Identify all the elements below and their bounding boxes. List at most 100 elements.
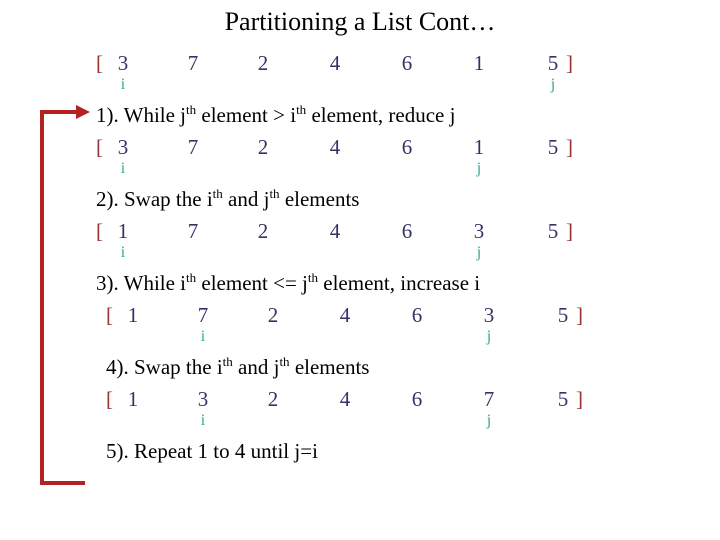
array-value: 1 bbox=[117, 219, 129, 243]
array-row: [ 1 3i 2 4 6 7j 5 ] bbox=[106, 386, 591, 438]
array-cell: 4 bbox=[318, 218, 352, 262]
step-ordinal-suffix: th bbox=[186, 270, 197, 285]
array-value: 1 bbox=[473, 51, 485, 75]
array-cell: 1 bbox=[116, 386, 150, 430]
step-ordinal-suffix: th bbox=[279, 354, 290, 369]
array-row: [ 3i 7 2 4 6 1 5j ] bbox=[96, 50, 581, 102]
array-value: 7 bbox=[483, 387, 495, 411]
array-marker bbox=[536, 244, 570, 262]
bracket-close: ] bbox=[576, 303, 583, 327]
array-cell: 4 bbox=[318, 50, 352, 94]
array-marker bbox=[256, 328, 290, 346]
array-value: 7 bbox=[187, 51, 199, 75]
array-cell: 7 bbox=[176, 218, 210, 262]
step-ordinal-suffix: th bbox=[212, 186, 223, 201]
array-cell: 3j bbox=[472, 302, 506, 346]
array-cell: 5 bbox=[546, 302, 580, 346]
bracket-close: ] bbox=[566, 135, 573, 159]
step-number: 5). bbox=[106, 439, 134, 463]
step-ordinal-suffix: th bbox=[222, 354, 233, 369]
step-text: 4). Swap the ith and jth elements bbox=[106, 354, 696, 386]
array-cell: 1i bbox=[106, 218, 140, 262]
array-value: 5 bbox=[557, 303, 569, 327]
array-value: 3 bbox=[197, 387, 209, 411]
step-text-segment: element > i bbox=[196, 103, 297, 127]
step-number: 4). bbox=[106, 355, 134, 379]
array-value: 6 bbox=[401, 135, 413, 159]
array-cell: 7 bbox=[176, 50, 210, 94]
partition-steps-container: [ 3i 7 2 4 6 1 5j ] 1). While jth elemen… bbox=[96, 50, 696, 470]
bracket-open: [ bbox=[96, 219, 103, 243]
step-number: 1). bbox=[96, 103, 124, 127]
bracket-open: [ bbox=[106, 303, 113, 327]
array-marker: i bbox=[120, 160, 126, 177]
array-marker bbox=[328, 412, 362, 430]
array-value: 4 bbox=[339, 303, 351, 327]
step-text-segment: element, reduce j bbox=[306, 103, 456, 127]
array-cell: 7 bbox=[176, 134, 210, 178]
step-ordinal-suffix: th bbox=[307, 270, 319, 285]
array-marker: j bbox=[476, 160, 482, 177]
array-cell: 6 bbox=[390, 50, 424, 94]
array-marker bbox=[400, 328, 434, 346]
step-text-segment: Repeat 1 to 4 until j=i bbox=[134, 439, 318, 463]
step-text-segment: elements bbox=[279, 187, 360, 211]
array-value: 5 bbox=[557, 387, 569, 411]
array-value: 5 bbox=[547, 135, 559, 159]
array-marker: j bbox=[550, 76, 556, 93]
array-marker: i bbox=[120, 244, 126, 261]
step-text-segment: elements bbox=[289, 355, 370, 379]
array-value: 7 bbox=[187, 135, 199, 159]
array-value: 3 bbox=[473, 219, 485, 243]
step-text-segment: element, increase i bbox=[318, 271, 481, 295]
step-number: 3). bbox=[96, 271, 124, 295]
array-value: 2 bbox=[267, 303, 279, 327]
array-marker bbox=[400, 412, 434, 430]
array-cell: 3i bbox=[106, 134, 140, 178]
array-cell: 5 bbox=[546, 386, 580, 430]
array-marker bbox=[328, 328, 362, 346]
array-cell: 4 bbox=[328, 302, 362, 346]
array-marker bbox=[256, 412, 290, 430]
array-marker bbox=[246, 244, 280, 262]
array-cell: 5 bbox=[536, 218, 570, 262]
array-cell: 4 bbox=[318, 134, 352, 178]
array-row: [ 3i 7 2 4 6 1j 5 ] bbox=[96, 134, 581, 186]
array-marker bbox=[318, 76, 352, 94]
array-value: 5 bbox=[547, 51, 559, 75]
step-ordinal-suffix: th bbox=[186, 102, 197, 117]
array-marker bbox=[176, 160, 210, 178]
array-cell: 2 bbox=[256, 386, 290, 430]
array-value: 1 bbox=[127, 303, 139, 327]
array-marker: j bbox=[476, 244, 482, 261]
array-marker bbox=[318, 160, 352, 178]
array-value: 2 bbox=[257, 51, 269, 75]
array-cell: 2 bbox=[256, 302, 290, 346]
array-cell: 1 bbox=[462, 50, 496, 94]
array-value: 4 bbox=[329, 51, 341, 75]
array-value: 4 bbox=[329, 135, 341, 159]
array-value: 5 bbox=[547, 219, 559, 243]
array-cell: 7j bbox=[472, 386, 506, 430]
bracket-close: ] bbox=[566, 219, 573, 243]
array-value: 2 bbox=[257, 219, 269, 243]
array-value: 3 bbox=[483, 303, 495, 327]
array-cell: 3i bbox=[186, 386, 220, 430]
array-cell: 2 bbox=[246, 134, 280, 178]
bracket-open: [ bbox=[106, 387, 113, 411]
array-marker bbox=[390, 160, 424, 178]
array-value: 1 bbox=[127, 387, 139, 411]
array-marker: i bbox=[200, 328, 206, 345]
array-value: 6 bbox=[411, 303, 423, 327]
array-cell: 5 bbox=[536, 134, 570, 178]
page-title: Partitioning a List Cont… bbox=[224, 7, 496, 36]
step-text-segment: While i bbox=[123, 271, 187, 295]
step-text: 2). Swap the ith and jth elements bbox=[96, 186, 696, 218]
array-marker bbox=[176, 244, 210, 262]
array-row: [ 1i 7 2 4 6 3j 5 ] bbox=[96, 218, 581, 270]
array-cell: 6 bbox=[390, 218, 424, 262]
array-marker bbox=[116, 328, 150, 346]
array-cell: 1 bbox=[116, 302, 150, 346]
array-marker bbox=[390, 244, 424, 262]
array-cell: 6 bbox=[400, 302, 434, 346]
